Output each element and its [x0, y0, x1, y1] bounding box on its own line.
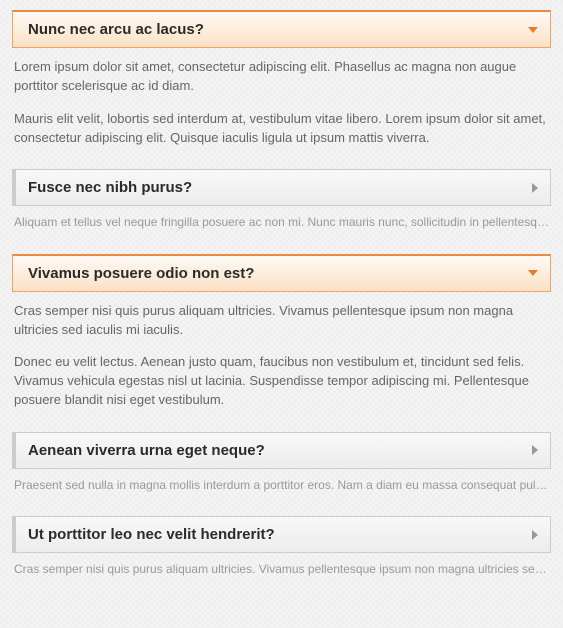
accordion-header[interactable]: Nunc nec arcu ac lacus?	[12, 10, 551, 48]
accordion-title: Nunc nec arcu ac lacus?	[28, 21, 204, 38]
accordion-preview: Cras semper nisi quis purus aliquam ultr…	[12, 553, 551, 578]
chevron-right-icon	[532, 183, 538, 193]
accordion-preview: Aliquam et tellus vel neque fringilla po…	[12, 206, 551, 231]
accordion-body: Lorem ipsum dolor sit amet, consectetur …	[12, 48, 551, 147]
accordion-body: Cras semper nisi quis purus aliquam ultr…	[12, 292, 551, 410]
paragraph: Mauris elit velit, lobortis sed interdum…	[14, 110, 549, 148]
chevron-right-icon	[532, 530, 538, 540]
accordion-header[interactable]: Aenean viverra urna eget neque?	[12, 432, 551, 469]
chevron-right-icon	[532, 445, 538, 455]
accordion-title: Fusce nec nibh purus?	[28, 179, 192, 196]
accordion-item: Nunc nec arcu ac lacus? Lorem ipsum dolo…	[12, 10, 551, 147]
accordion-preview: Praesent sed nulla in magna mollis inter…	[12, 469, 551, 494]
accordion-header[interactable]: Fusce nec nibh purus?	[12, 169, 551, 206]
accordion-title: Vivamus posuere odio non est?	[28, 265, 254, 282]
accordion-item: Aenean viverra urna eget neque? Praesent…	[12, 432, 551, 494]
paragraph: Donec eu velit lectus. Aenean justo quam…	[14, 353, 549, 410]
chevron-down-icon	[528, 27, 538, 33]
paragraph: Lorem ipsum dolor sit amet, consectetur …	[14, 58, 549, 96]
accordion-header[interactable]: Ut porttitor leo nec velit hendrerit?	[12, 516, 551, 553]
accordion-title: Ut porttitor leo nec velit hendrerit?	[28, 526, 275, 543]
paragraph: Cras semper nisi quis purus aliquam ultr…	[14, 302, 549, 340]
accordion-title: Aenean viverra urna eget neque?	[28, 442, 265, 459]
accordion-item: Ut porttitor leo nec velit hendrerit? Cr…	[12, 516, 551, 578]
chevron-down-icon	[528, 270, 538, 276]
accordion-item: Fusce nec nibh purus? Aliquam et tellus …	[12, 169, 551, 231]
accordion-item: Vivamus posuere odio non est? Cras sempe…	[12, 254, 551, 410]
accordion-header[interactable]: Vivamus posuere odio non est?	[12, 254, 551, 292]
